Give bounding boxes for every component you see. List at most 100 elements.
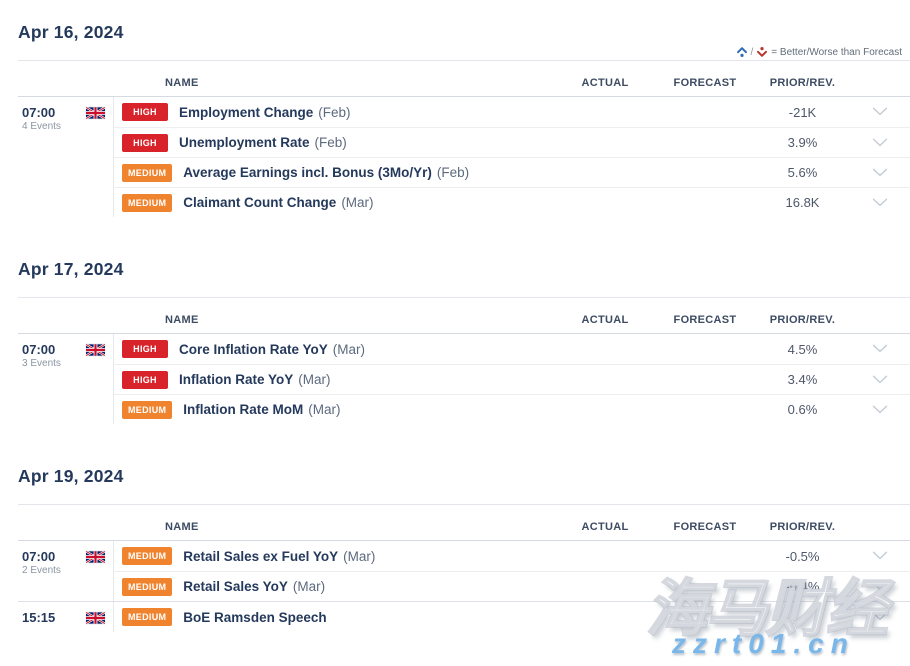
event-name: Retail Sales ex Fuel YoY bbox=[183, 549, 338, 564]
events-list: HIGH Employment Change (Feb) -21K HIGH U… bbox=[113, 97, 910, 217]
column-header-forecast: FORECAST bbox=[655, 521, 755, 533]
expand-cell bbox=[850, 164, 910, 182]
prior-value: -0.5% bbox=[755, 549, 850, 564]
time-groups: 07:00 4 Events HIGH Employment Change (F… bbox=[18, 97, 910, 217]
column-header-prior: PRIOR/REV. bbox=[755, 314, 850, 326]
events-count: 2 Events bbox=[22, 565, 61, 576]
event-row[interactable]: MEDIUM BoE Ramsden Speech bbox=[114, 602, 910, 632]
event-name: Unemployment Rate bbox=[179, 135, 310, 150]
importance-badge: MEDIUM bbox=[122, 401, 172, 419]
column-header-forecast: FORECAST bbox=[655, 77, 755, 89]
importance-badge: HIGH bbox=[122, 103, 168, 121]
chevron-down-icon[interactable] bbox=[872, 612, 888, 621]
column-header-name: NAME bbox=[113, 314, 555, 326]
time-group: 15:15 MEDIUM BoE Ramsden Speech bbox=[18, 601, 910, 632]
economic-calendar: Apr 16, 2024 NAME ACTUAL FORECAST PRIOR/… bbox=[0, 22, 910, 632]
events-list: HIGH Core Inflation Rate YoY (Mar) 4.5% … bbox=[113, 334, 910, 424]
date-heading: Apr 16, 2024 bbox=[18, 22, 910, 43]
event-period: (Mar) bbox=[308, 402, 340, 417]
event-row[interactable]: MEDIUM Inflation Rate MoM (Mar) 0.6% bbox=[114, 394, 910, 424]
event-time: 07:00 bbox=[22, 342, 61, 357]
importance-badge: HIGH bbox=[122, 340, 168, 358]
event-name: Core Inflation Rate YoY bbox=[179, 342, 328, 357]
column-header-actual: ACTUAL bbox=[555, 314, 655, 326]
event-period: (Feb) bbox=[437, 165, 469, 180]
uk-flag-icon bbox=[86, 551, 105, 563]
event-row[interactable]: HIGH Unemployment Rate (Feb) 3.9% bbox=[114, 127, 910, 157]
table-header-row: NAME ACTUAL FORECAST PRIOR/REV. bbox=[18, 504, 910, 541]
event-row[interactable]: MEDIUM Claimant Count Change (Mar) 16.8K bbox=[114, 187, 910, 217]
events-list: MEDIUM Retail Sales ex Fuel YoY (Mar) -0… bbox=[113, 541, 910, 601]
prior-value: 3.9% bbox=[755, 135, 850, 150]
prior-value: 16.8K bbox=[755, 195, 850, 210]
event-row[interactable]: MEDIUM Retail Sales YoY (Mar) -0.4% bbox=[114, 571, 910, 601]
chevron-down-icon[interactable] bbox=[872, 107, 888, 116]
chevron-down-icon[interactable] bbox=[872, 198, 888, 207]
importance-badge: HIGH bbox=[122, 371, 168, 389]
event-period: (Mar) bbox=[343, 549, 375, 564]
importance-badge: MEDIUM bbox=[122, 547, 172, 565]
column-header-actual: ACTUAL bbox=[555, 521, 655, 533]
time-block: 07:00 2 Events bbox=[22, 549, 61, 576]
column-header-name: NAME bbox=[113, 77, 555, 89]
chevron-down-icon[interactable] bbox=[872, 168, 888, 177]
event-name: Inflation Rate MoM bbox=[183, 402, 303, 417]
prior-value: 4.5% bbox=[755, 342, 850, 357]
chevron-down-icon[interactable] bbox=[872, 551, 888, 560]
uk-flag-icon bbox=[86, 612, 105, 624]
expand-cell bbox=[850, 547, 910, 565]
calendar-table: NAME ACTUAL FORECAST PRIOR/REV. 07:00 4 … bbox=[18, 60, 910, 217]
event-row[interactable]: HIGH Core Inflation Rate YoY (Mar) 4.5% bbox=[114, 334, 910, 364]
event-time: 07:00 bbox=[22, 105, 61, 120]
expand-cell bbox=[850, 608, 910, 626]
column-header-name: NAME bbox=[113, 521, 555, 533]
chevron-down-icon[interactable] bbox=[872, 375, 888, 384]
column-header-forecast: FORECAST bbox=[655, 314, 755, 326]
events-list: MEDIUM BoE Ramsden Speech bbox=[113, 602, 910, 632]
event-row[interactable]: MEDIUM Average Earnings incl. Bonus (3Mo… bbox=[114, 157, 910, 187]
event-row[interactable]: HIGH Inflation Rate YoY (Mar) 3.4% bbox=[114, 364, 910, 394]
time-column: 15:15 bbox=[18, 602, 113, 632]
expand-cell bbox=[850, 134, 910, 152]
event-name: Claimant Count Change bbox=[183, 195, 336, 210]
expand-cell bbox=[850, 401, 910, 419]
event-name: Average Earnings incl. Bonus (3Mo/Yr) bbox=[183, 165, 432, 180]
calendar-day-section: Apr 17, 2024 NAME ACTUAL FORECAST PRIOR/… bbox=[18, 259, 910, 424]
expand-cell bbox=[850, 194, 910, 212]
event-name: Inflation Rate YoY bbox=[179, 372, 293, 387]
prior-value: -21K bbox=[755, 105, 850, 120]
time-column: 07:00 4 Events bbox=[18, 97, 113, 217]
time-block: 07:00 4 Events bbox=[22, 105, 61, 132]
calendar-table: NAME ACTUAL FORECAST PRIOR/REV. 07:00 3 … bbox=[18, 297, 910, 424]
importance-badge: HIGH bbox=[122, 134, 168, 152]
event-period: (Mar) bbox=[293, 579, 325, 594]
event-row[interactable]: MEDIUM Retail Sales ex Fuel YoY (Mar) -0… bbox=[114, 541, 910, 571]
importance-badge: MEDIUM bbox=[122, 608, 172, 626]
importance-badge: MEDIUM bbox=[122, 194, 172, 212]
chevron-down-icon[interactable] bbox=[872, 582, 888, 591]
chevron-down-icon[interactable] bbox=[872, 138, 888, 147]
better-than-forecast-icon bbox=[736, 46, 748, 58]
time-group: 07:00 3 Events HIGH Core Inflation Rate … bbox=[18, 334, 910, 424]
prior-value: -0.4% bbox=[755, 579, 850, 594]
date-heading: Apr 17, 2024 bbox=[18, 259, 910, 280]
date-heading: Apr 19, 2024 bbox=[18, 466, 910, 487]
time-block: 15:15 bbox=[22, 610, 55, 626]
uk-flag-icon bbox=[86, 107, 105, 119]
event-row[interactable]: HIGH Employment Change (Feb) -21K bbox=[114, 97, 910, 127]
event-period: (Feb) bbox=[318, 105, 350, 120]
importance-badge: MEDIUM bbox=[122, 164, 172, 182]
expand-cell bbox=[850, 103, 910, 121]
prior-value: 5.6% bbox=[755, 165, 850, 180]
time-block: 07:00 3 Events bbox=[22, 342, 61, 369]
time-groups: 07:00 3 Events HIGH Core Inflation Rate … bbox=[18, 334, 910, 424]
column-header-prior: PRIOR/REV. bbox=[755, 77, 850, 89]
time-column: 07:00 3 Events bbox=[18, 334, 113, 424]
events-count: 4 Events bbox=[22, 121, 61, 132]
chevron-down-icon[interactable] bbox=[872, 344, 888, 353]
event-period: (Feb) bbox=[315, 135, 347, 150]
watermark-url: zzrt01.cn bbox=[672, 628, 855, 660]
column-header-actual: ACTUAL bbox=[555, 77, 655, 89]
event-name: BoE Ramsden Speech bbox=[183, 610, 326, 625]
chevron-down-icon[interactable] bbox=[872, 405, 888, 414]
